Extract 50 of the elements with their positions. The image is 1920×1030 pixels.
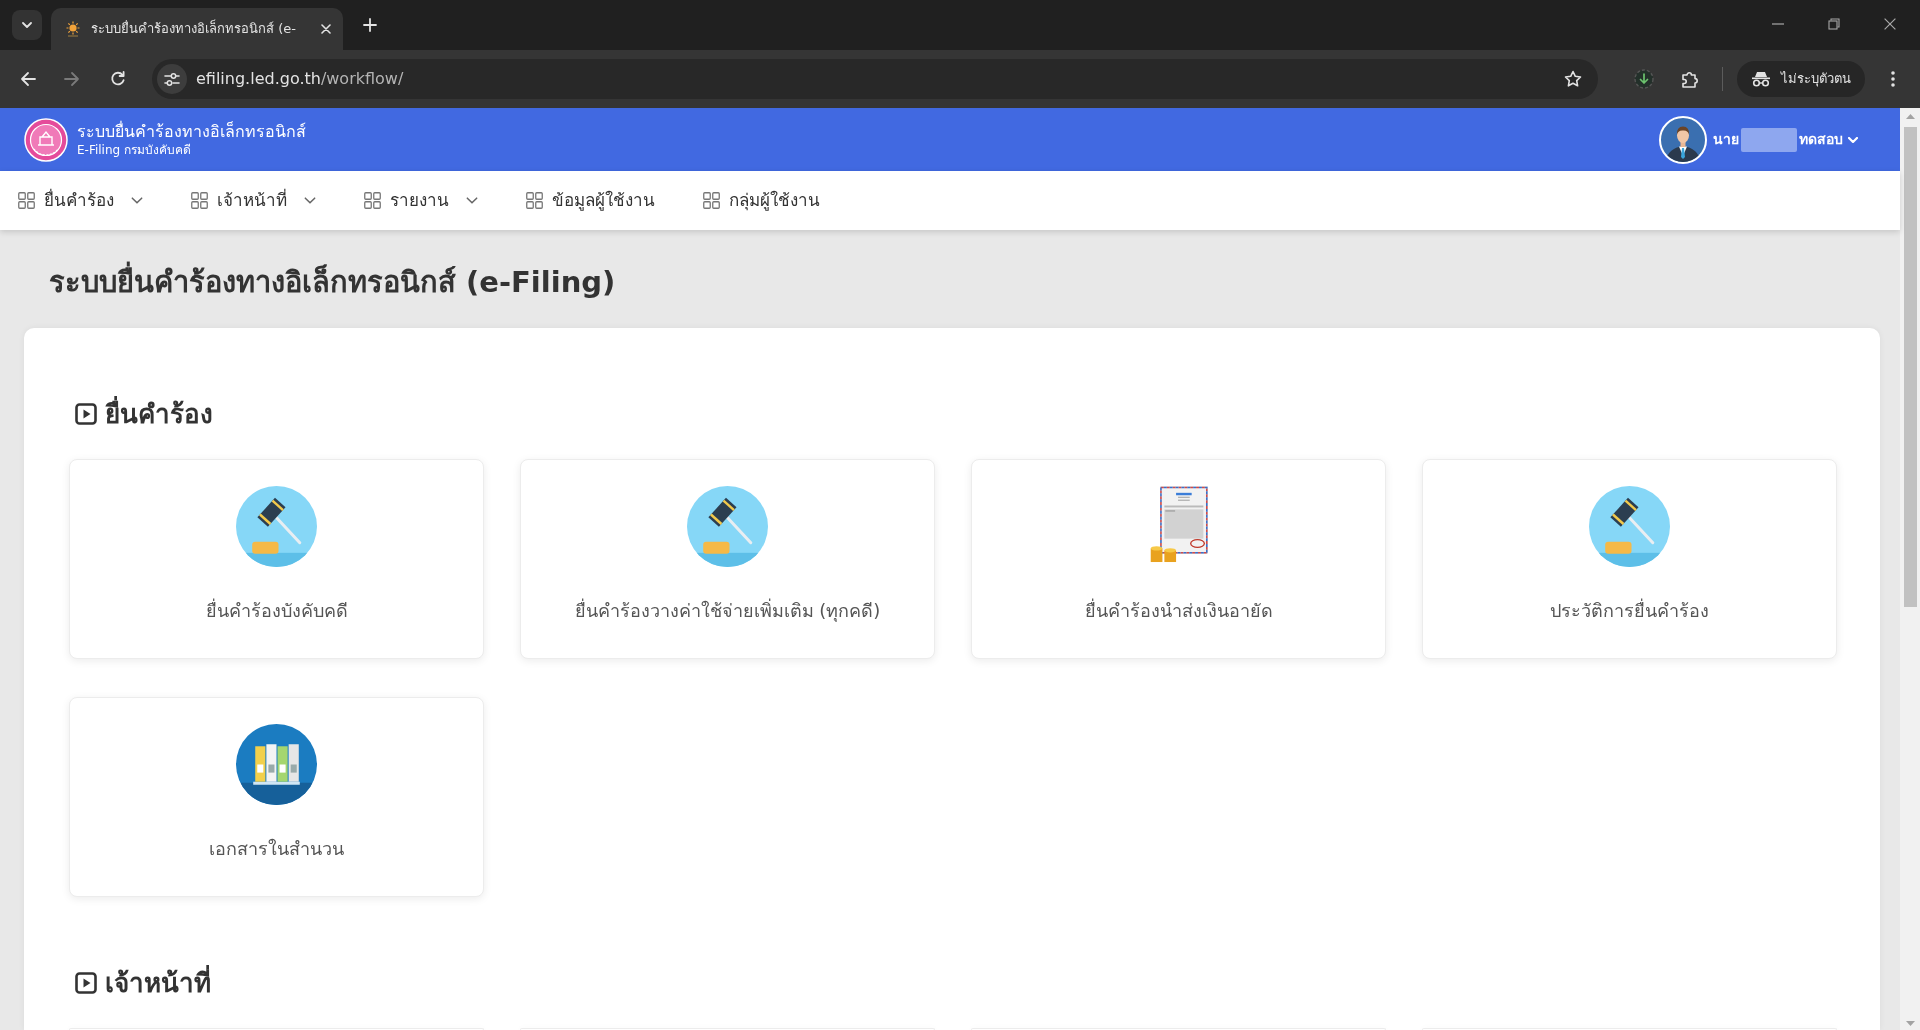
binders-icon: [236, 724, 317, 805]
download-icon[interactable]: [1634, 69, 1654, 89]
menu-card[interactable]: เอกสารในสำนวน: [69, 697, 484, 897]
nav-menu-item[interactable]: รายงาน: [364, 187, 478, 214]
caret-icon: [22, 22, 32, 28]
tab-list-button[interactable]: [12, 10, 42, 40]
incognito-icon: [1751, 71, 1771, 87]
sliders-icon: [164, 72, 180, 86]
user-name[interactable]: นาย: [1713, 129, 1739, 150]
app-subtitle: E-Filing กรมบังคับคดี: [77, 141, 192, 158]
scrollbar[interactable]: [1900, 108, 1920, 1030]
more-icon[interactable]: [1891, 71, 1895, 87]
grid-icon: [703, 192, 720, 209]
menu-card[interactable]: ยื่นคำร้องนำส่งเงินอายัด: [971, 459, 1386, 659]
menu-card[interactable]: ประวัติการยื่นคำร้อง: [1422, 459, 1837, 659]
nav-menu-item[interactable]: ยื่นคำร้อง: [18, 187, 143, 214]
profile-button[interactable]: ไม่ระบุตัวตน: [1737, 61, 1865, 97]
sun-icon: [65, 21, 81, 37]
grid-icon: [364, 192, 381, 209]
menu-card[interactable]: ยื่นคำร้องวางค่าใช้จ่ายเพิ่มเติม (ทุกคดี): [520, 459, 935, 659]
gavel-icon: [1589, 486, 1670, 567]
grid-icon: [18, 192, 35, 209]
forward-arrow-icon[interactable]: [64, 71, 80, 87]
star-icon[interactable]: [1564, 70, 1582, 88]
puzzle-icon[interactable]: [1681, 70, 1699, 88]
site-info-button[interactable]: [157, 64, 187, 94]
menu-card[interactable]: ยื่นคำร้องบังคับคดี: [69, 459, 484, 659]
play-square-icon: [75, 972, 97, 994]
grid-icon: [191, 192, 208, 209]
address-bar[interactable]: efiling.led.go.th/workflow/: [152, 59, 1598, 99]
user-avatar-icon[interactable]: [1659, 115, 1707, 164]
gavel-icon: [687, 486, 768, 567]
plus-icon: [363, 18, 377, 32]
caret-icon[interactable]: [1848, 136, 1858, 143]
gavel-icon: [236, 486, 317, 567]
nav-menu-item[interactable]: เจ้าหน้าที่: [191, 187, 316, 214]
restore-icon[interactable]: [1828, 18, 1840, 30]
browser-tab[interactable]: ระบบยื่นคำร้องทางอิเล็กทรอนิกส์ (e-: [51, 8, 343, 50]
close-icon[interactable]: [1884, 18, 1896, 30]
nav-menu-item[interactable]: ข้อมูลผู้ใช้งาน: [526, 187, 655, 214]
reload-icon[interactable]: [110, 71, 126, 87]
back-arrow-icon[interactable]: [20, 71, 36, 87]
scrollbar-thumb[interactable]: [1903, 127, 1917, 607]
play-square-icon: [75, 403, 97, 425]
page-title: ระบบยื่นคำร้องทางอิเล็กทรอนิกส์ (e-Filing): [49, 262, 1900, 302]
nav-menu-item[interactable]: กลุ่มผู้ใช้งาน: [703, 187, 820, 214]
user-name[interactable]: ทดสอบ: [1799, 129, 1843, 150]
app-title: ระบบยื่นคำร้องทางอิเล็กทรอนิกส์: [77, 121, 306, 142]
emblem-icon[interactable]: [24, 117, 68, 162]
grid-icon: [526, 192, 543, 209]
